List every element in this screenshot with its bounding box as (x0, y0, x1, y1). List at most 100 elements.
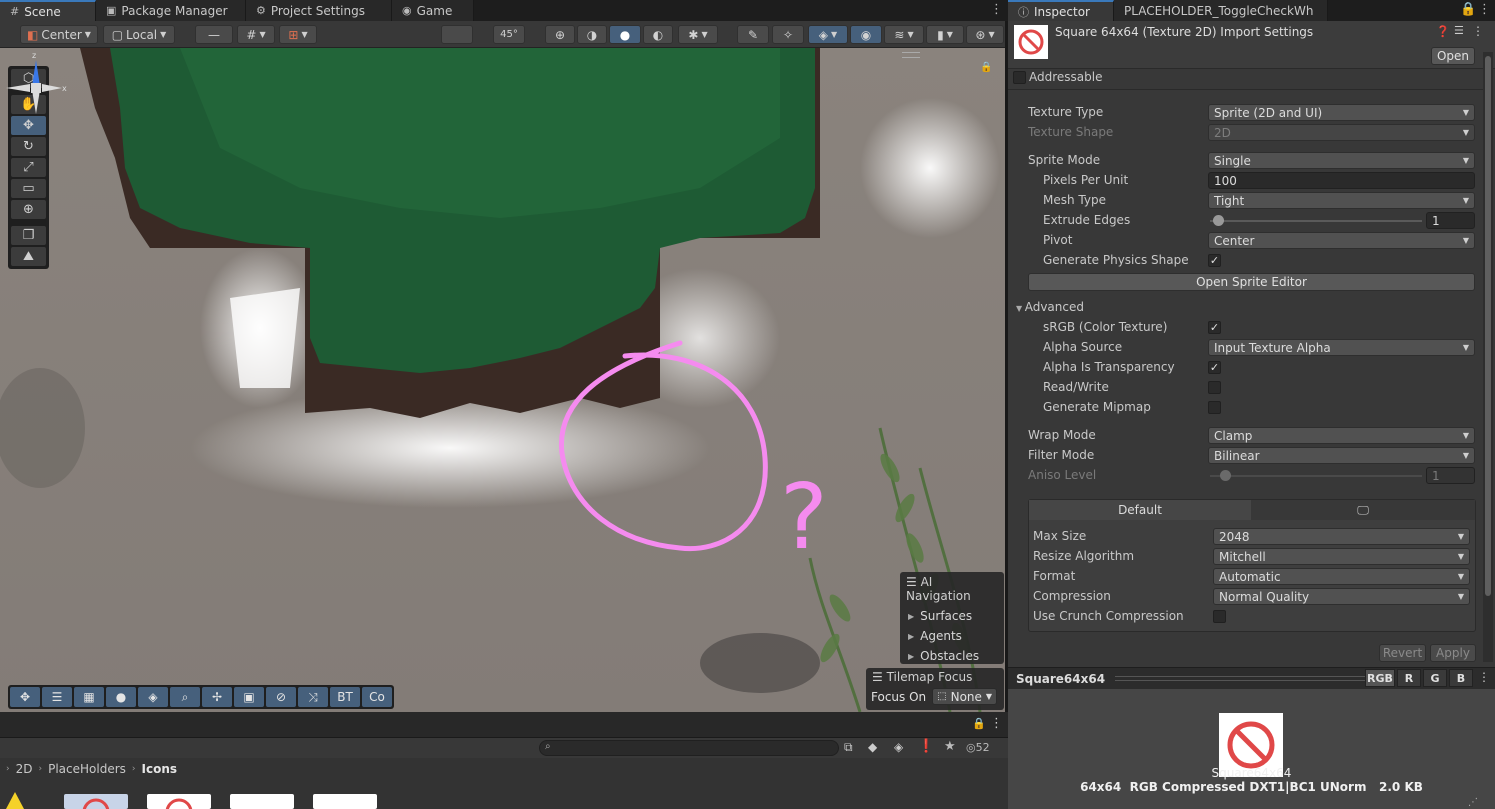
tab-platform-default[interactable]: Default (1029, 500, 1251, 520)
gizmos-button[interactable]: ⊛ ▼ (966, 25, 1004, 44)
scene-viewport[interactable]: ? ⬡ ✋ ✥ ↻ ⤢ ▭ ⊕ ❐ ⛰ z x 🔒 ☰ AI Navigatio… (0, 48, 1005, 712)
channel-rgb-button[interactable]: RGB (1365, 669, 1395, 687)
bt-button[interactable]: BT (330, 687, 360, 707)
shaded-button[interactable]: ● (609, 25, 641, 44)
asset-thumbnail[interactable] (230, 794, 294, 809)
open-button[interactable]: Open (1431, 47, 1475, 65)
revert-button[interactable]: Revert (1379, 644, 1426, 662)
lock-icon[interactable]: 🔒 (972, 717, 986, 730)
asset-thumbnail[interactable] (64, 794, 128, 809)
tab-project-settings[interactable]: ⚙ Project Settings (246, 0, 392, 21)
move-icon[interactable]: ✥ (10, 687, 40, 707)
compass-icon[interactable]: ⊘ (266, 687, 296, 707)
scale-tool-icon[interactable]: ⤢ (11, 158, 46, 177)
grid-visibility-button[interactable]: ⊞ ▼ (279, 25, 317, 44)
focus-on-dropdown[interactable]: ⬚ None ▼ (932, 688, 998, 705)
unlit-button[interactable]: ◐ (643, 25, 673, 44)
filter-mode-dropdown[interactable]: Bilinear ▼ (1208, 447, 1475, 464)
warning-asset-icon[interactable] (6, 792, 24, 809)
preset-icon[interactable]: ☰ (1454, 24, 1464, 37)
camera-button[interactable]: ▮ ▼ (926, 25, 964, 44)
pivot-dropdown[interactable]: Center ▼ (1208, 232, 1475, 249)
context-menu-icon[interactable]: ⋮ (1472, 24, 1484, 38)
crunch-compression-checkbox[interactable] (1213, 610, 1226, 623)
editor-tool-icon[interactable]: ⛰ (11, 247, 46, 266)
channel-b-button[interactable]: B (1449, 669, 1473, 687)
settings-sliders-icon[interactable]: ☰ (42, 687, 72, 707)
format-dropdown[interactable]: Automatic ▼ (1213, 568, 1470, 585)
open-sprite-editor-button[interactable]: Open Sprite Editor (1028, 273, 1475, 291)
layers-stack-icon[interactable]: ◈ (138, 687, 168, 707)
drag-handle-icon[interactable]: ☰ (872, 670, 887, 684)
alpha-source-dropdown[interactable]: Input Texture Alpha ▼ (1208, 339, 1475, 356)
tab-package-manager[interactable]: ▣ Package Manager (96, 0, 246, 21)
extrude-edges-input[interactable]: 1 (1426, 212, 1475, 229)
advanced-foldout[interactable]: ▼ Advanced (1016, 300, 1084, 314)
toggle-lighting-button[interactable]: ✧ (772, 25, 804, 44)
ai-nav-agents[interactable]: ▶ Agents (900, 626, 1004, 646)
wrap-mode-dropdown[interactable]: Clamp ▼ (1208, 427, 1475, 444)
asset-thumbnail[interactable] (313, 794, 377, 809)
effects-button[interactable]: ◈ ▼ (808, 25, 848, 44)
resize-grip-icon[interactable]: ⋰ (1468, 797, 1478, 808)
camera-record-icon[interactable]: ▣ (234, 687, 264, 707)
ai-nav-obstacles[interactable]: ▶ Obstacles (900, 646, 1004, 666)
angle-field[interactable]: 45° (493, 25, 525, 44)
project-menu-icon[interactable]: ⋮ (990, 716, 1003, 731)
breadcrumb-icons[interactable]: Icons (142, 762, 178, 776)
scene-visibility-button[interactable]: ◉ (850, 25, 882, 44)
co-button[interactable]: Co (362, 687, 392, 707)
breadcrumb-placeholders[interactable]: PlaceHolders (48, 762, 126, 776)
rotate-tool-icon[interactable]: ↻ (11, 137, 46, 156)
star-icon[interactable]: ★ (944, 739, 956, 754)
generate-physics-shape-checkbox[interactable]: ✓ (1208, 254, 1221, 267)
alert-icon[interactable]: ❗ (918, 739, 934, 754)
preview-drag-handle[interactable] (1115, 676, 1368, 681)
inspector-menu-icon[interactable]: ⋮ (1478, 2, 1491, 17)
orientation-gizmo[interactable]: z x (0, 48, 72, 120)
mesh-type-dropdown[interactable]: Tight ▼ (1208, 192, 1475, 209)
compression-dropdown[interactable]: Normal Quality ▼ (1213, 588, 1470, 605)
sprite-mode-dropdown[interactable]: Single ▼ (1208, 152, 1475, 169)
tab-placeholder-toggle[interactable]: PLACEHOLDER_ToggleCheckWh (1114, 0, 1328, 21)
read-write-checkbox[interactable] (1208, 381, 1221, 394)
custom-tool-icon[interactable]: ❐ (11, 226, 46, 245)
addressable-checkbox[interactable] (1013, 71, 1026, 84)
transform-arrows-icon[interactable]: ✢ (202, 687, 232, 707)
rect-tool-icon[interactable]: ▭ (11, 179, 46, 198)
pivot-mode-dropdown[interactable]: ◧ Center ▼ (20, 25, 98, 44)
color-swatch-button[interactable] (441, 25, 473, 44)
generate-mipmap-checkbox[interactable] (1208, 401, 1221, 414)
asset-thumbnail[interactable] (147, 794, 211, 809)
resize-algorithm-dropdown[interactable]: Mitchell ▼ (1213, 548, 1470, 565)
pivot-rotation-dropdown[interactable]: ▢ Local ▼ (103, 25, 175, 44)
transform-tool-icon[interactable]: ⊕ (11, 200, 46, 219)
texture-type-dropdown[interactable]: Sprite (2D and UI) ▼ (1208, 104, 1475, 121)
shuffle-icon[interactable]: ⤨ (298, 687, 328, 707)
drag-handle-icon[interactable]: ☰ (906, 575, 921, 589)
alpha-is-transparency-checkbox[interactable]: ✓ (1208, 361, 1221, 374)
channel-r-button[interactable]: R (1397, 669, 1421, 687)
magnifier-icon[interactable]: ⌕ (170, 687, 200, 707)
tab-game[interactable]: ◉ Game (392, 0, 474, 21)
lock-icon[interactable]: 🔒 (1460, 2, 1476, 17)
pixels-per-unit-input[interactable]: 100 (1208, 172, 1475, 189)
scene-menu-icon[interactable]: ⋮ (990, 2, 1003, 17)
channel-g-button[interactable]: G (1423, 669, 1447, 687)
filter-type-icon[interactable]: ⧉ (844, 740, 853, 755)
max-size-dropdown[interactable]: 2048 ▼ (1213, 528, 1470, 545)
slider-knob[interactable] (1213, 215, 1224, 226)
help-icon[interactable]: ❓ (1436, 25, 1450, 38)
circle-icon[interactable]: ● (106, 687, 136, 707)
toggle-2d-button[interactable]: ✎ (737, 25, 769, 44)
tag-icon[interactable]: ◈ (894, 740, 903, 754)
tab-scene[interactable]: # Scene (0, 0, 96, 21)
srgb-checkbox[interactable]: ✓ (1208, 321, 1221, 334)
snap-increment-field[interactable]: — (195, 25, 233, 44)
ai-nav-surfaces[interactable]: ▶ Surfaces (900, 606, 1004, 626)
extrude-edges-slider[interactable] (1210, 212, 1422, 229)
overlay-handle-icon[interactable] (902, 52, 920, 58)
breadcrumb-2d[interactable]: 2D (16, 762, 33, 776)
tab-platform-standalone[interactable]: 🖵 (1251, 500, 1475, 520)
preview-menu-icon[interactable]: ⋮ (1478, 670, 1490, 684)
